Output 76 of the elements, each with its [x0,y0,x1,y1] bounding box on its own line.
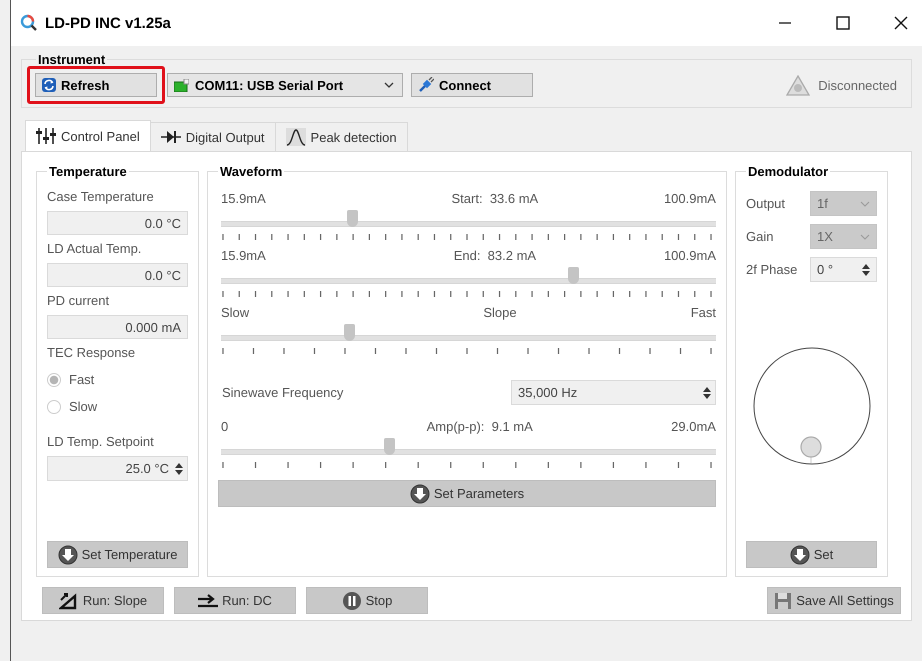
field-label: Case Temperature [47,189,155,204]
field-label: Gain [746,229,774,244]
group-title: Waveform [219,164,284,179]
radio-button[interactable] [47,400,61,414]
slider-max-label: 100.9mA [664,191,716,206]
radio-label: Fast [69,372,94,387]
diode-icon [160,130,181,144]
window-title: LD-PD INC v1.25a [45,14,171,32]
peak-icon [286,128,306,146]
field-label: 2f Phase [746,262,798,277]
field-label: Output [746,196,786,211]
floppy-icon [774,592,792,610]
slider-min-label: 0 [221,419,228,434]
arrow-right-icon [198,594,218,608]
run-button[interactable]: Run: DC [174,587,296,614]
slider-caption: Start: 33.6 mA [452,191,538,206]
slider-min-label: Slow [221,305,250,320]
phase-spinbox[interactable]: 0 ° [810,257,877,282]
group-title: Instrument [37,52,106,67]
slider-caption: End: 83.2 mA [454,248,536,263]
close-icon[interactable] [894,16,908,30]
warning-icon [786,74,810,96]
spin-arrows-icon [862,262,870,276]
slider-max-label: 29.0mA [671,419,716,434]
slider-caption: Slope [483,305,517,320]
slider-min-label: 15.9mA [221,248,266,263]
frequency-spinbox[interactable]: 35,000 Hz [511,380,716,405]
readout-field: 0.0 °C [47,263,188,287]
download-icon [58,544,78,564]
slider-max-label: 100.9mA [664,248,716,263]
slider-thumb[interactable] [568,267,579,284]
field-label: LD Actual Temp. [47,241,142,256]
field-label: TEC Response [47,345,136,360]
slope-icon [58,592,79,610]
slider-thumb[interactable] [346,210,358,227]
slider-thumb[interactable] [384,438,395,455]
tab[interactable]: Peak detection [274,122,408,151]
sliders-icon [36,127,56,145]
set-temperature-button[interactable]: Set Temperature [47,541,188,568]
chevron-down-icon [384,82,394,88]
download-icon [790,544,810,564]
setpoint-spinbox[interactable]: 25.0 °C [47,456,188,481]
port-value: COM11: USB Serial Port [195,78,344,92]
refresh-icon [42,78,56,92]
readout-field: 0.000 mA [47,315,188,339]
slider-caption: Amp(p-p): 9.1 mA [426,419,533,434]
slider-min-label: 15.9mA [221,191,266,206]
radio-label: Slow [69,399,98,414]
chevron-down-icon [860,200,870,206]
slider-thumb[interactable] [344,324,355,341]
run-button[interactable]: Stop [306,587,428,614]
spin-arrows-icon [703,386,711,400]
field-label: Sinewave Frequency [222,385,344,400]
chevron-down-icon [860,234,870,240]
slider-max-label: Fast [690,305,716,320]
run-button[interactable]: Run: Slope [42,587,164,614]
magnifier-icon [20,14,38,32]
maximize-icon[interactable] [836,16,850,30]
refresh-button[interactable]: Refresh [35,73,157,97]
set-button[interactable]: Set [746,541,877,568]
save-all-settings-button[interactable]: Save All Settings [767,587,901,614]
field-label: LD Temp. Setpoint [47,434,155,449]
group-title: Temperature [48,164,128,179]
readout-field: 0.0 °C [47,211,188,235]
tab[interactable]: Control Panel [25,120,151,151]
spin-arrows-icon [175,462,183,476]
field-label: PD current [47,293,110,308]
connect-button[interactable]: Connect [411,73,533,97]
port-dropdown[interactable]: COM11: USB Serial Port [167,73,403,97]
set-parameters-button[interactable]: Set Parameters [218,480,716,507]
radio-button[interactable] [47,372,61,386]
connection-status: Disconnected [818,78,897,92]
download-icon [410,484,430,504]
pause-icon [342,590,362,610]
phase-dial-drawing[interactable] [752,346,872,466]
group-title: Demodulator [747,164,830,179]
